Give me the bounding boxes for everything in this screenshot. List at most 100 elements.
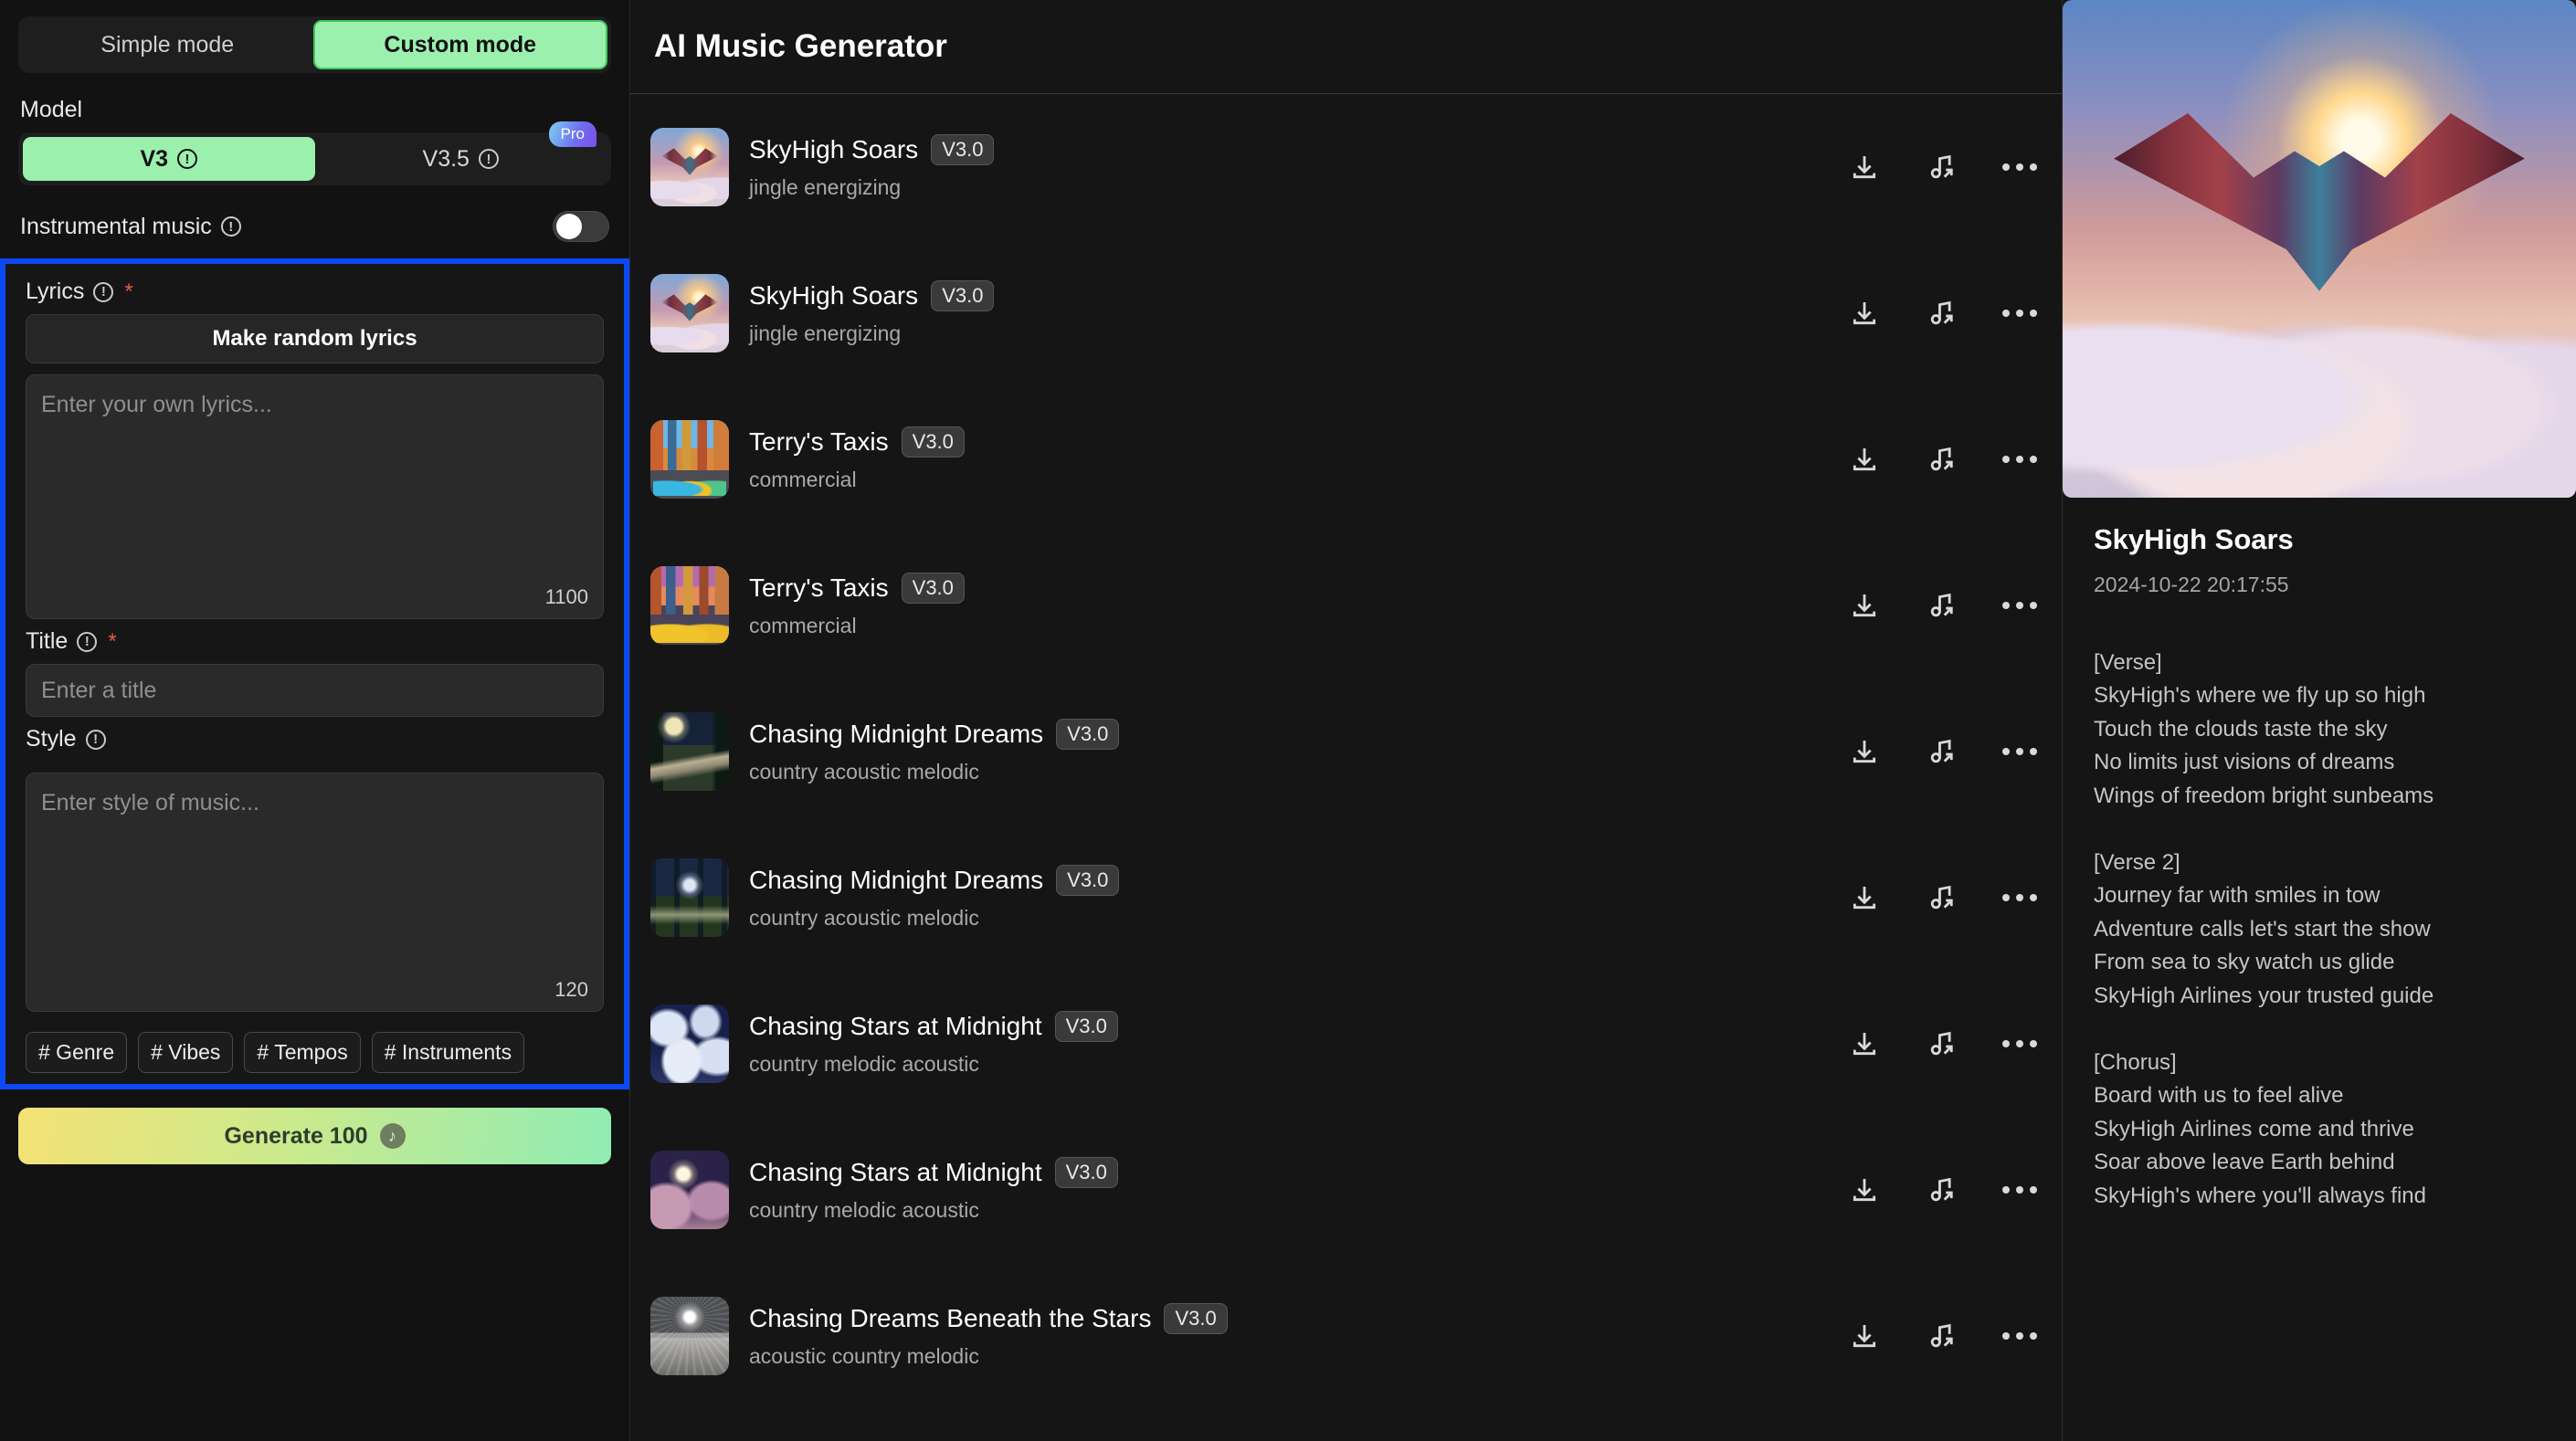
track-row[interactable]: Chasing Dreams Beneath the StarsV3.0 — [630, 1409, 2062, 1441]
info-icon[interactable]: ! — [478, 149, 499, 169]
track-thumbnail[interactable] — [650, 1297, 729, 1375]
track-row[interactable]: SkyHigh Soars V3.0 jingle energizing — [630, 94, 2062, 240]
style-label: Style ! — [13, 717, 617, 762]
detail-lyrics: [Verse] SkyHigh's where we fly up so hig… — [2094, 650, 2434, 1208]
generate-button[interactable]: Generate 100 ♪ — [18, 1108, 611, 1164]
more-options-icon[interactable] — [2001, 1318, 2038, 1354]
more-options-icon[interactable] — [2001, 1172, 2038, 1208]
track-title: Terry's Taxis — [749, 573, 889, 602]
track-title: SkyHigh Soars — [749, 280, 919, 310]
make-random-lyrics-button[interactable]: Make random lyrics — [26, 314, 604, 363]
track-meta: Terry's Taxis V3.0 commercial — [749, 573, 1826, 637]
track-thumbnail[interactable] — [650, 1004, 729, 1083]
style-tag-chips: # Genre # Vibes # Tempos # Instruments — [26, 1032, 604, 1073]
info-icon[interactable]: ! — [85, 729, 106, 750]
track-meta: Chasing Midnight Dreams V3.0 country acous… — [749, 719, 1826, 784]
style-placeholder: Enter style of music... — [41, 790, 259, 815]
title-input[interactable]: Enter a title — [26, 664, 604, 717]
track-actions — [1846, 441, 2038, 478]
track-tags: commercial — [749, 467, 857, 491]
model-label-text: Model — [20, 97, 83, 122]
chip-genre[interactable]: # Genre — [26, 1032, 128, 1073]
track-title-line: SkyHigh Soars V3.0 — [749, 134, 1826, 165]
more-options-icon[interactable] — [2001, 1026, 2038, 1062]
download-icon[interactable] — [1846, 1318, 1883, 1354]
info-icon[interactable]: ! — [77, 631, 98, 652]
track-thumbnail[interactable] — [650, 858, 729, 937]
instrumental-music-label: Instrumental music ! — [20, 214, 241, 240]
download-icon[interactable] — [1846, 733, 1883, 770]
lyrics-placeholder: Enter your own lyrics... — [41, 392, 272, 417]
download-icon[interactable] — [1846, 587, 1883, 624]
info-icon[interactable]: ! — [177, 149, 198, 169]
more-options-icon[interactable] — [2001, 295, 2038, 331]
track-tags: jingle energizing — [749, 174, 902, 199]
required-indicator: * — [124, 279, 133, 304]
track-title: Chasing Dreams Beneath the Stars — [749, 1303, 1152, 1332]
track-meta: SkyHigh Soars V3.0 jingle energizing — [749, 280, 1826, 345]
track-tags: country acoustic melodic — [749, 905, 979, 930]
more-options-icon[interactable] — [2001, 149, 2038, 185]
instrumental-label-text: Instrumental music — [20, 213, 212, 239]
track-version-badge: V3.0 — [1054, 1157, 1118, 1188]
track-row[interactable]: Chasing Midnight Dreams V3.0 country acous… — [630, 678, 2062, 825]
track-thumbnail[interactable] — [650, 128, 729, 206]
download-icon[interactable] — [1846, 149, 1883, 185]
download-icon[interactable] — [1846, 441, 1883, 478]
model-option-v3[interactable]: V3 ! — [23, 137, 315, 181]
share-music-icon[interactable] — [1924, 295, 1960, 331]
track-list[interactable]: SkyHigh Soars V3.0 jingle energizing SkyHig… — [630, 94, 2062, 1441]
download-icon[interactable] — [1846, 879, 1883, 916]
track-title: Chasing Stars at Midnight — [749, 1157, 1042, 1186]
chip-tempos[interactable]: # Tempos — [244, 1032, 361, 1073]
track-thumbnail[interactable] — [650, 566, 729, 645]
style-char-counter: 120 — [554, 978, 588, 1001]
track-row[interactable]: Chasing Stars at Midnight V3.0 country mel… — [630, 971, 2062, 1117]
track-meta: Chasing Stars at Midnight V3.0 country mel… — [749, 1011, 1826, 1076]
info-icon[interactable]: ! — [93, 281, 114, 302]
track-actions — [1846, 1318, 2038, 1354]
instrumental-music-toggle[interactable] — [553, 211, 609, 242]
tab-custom-mode[interactable]: Custom mode — [312, 20, 607, 69]
track-row[interactable]: Terry's Taxis V3.0 commercial — [630, 532, 2062, 678]
track-thumbnail[interactable] — [650, 420, 729, 499]
chip-vibes[interactable]: # Vibes — [138, 1032, 234, 1073]
more-options-icon[interactable] — [2001, 733, 2038, 770]
track-version-badge: V3.0 — [1056, 865, 1120, 896]
tab-simple-mode[interactable]: Simple mode — [22, 20, 313, 69]
title-label: Title ! * — [13, 619, 617, 664]
share-music-icon[interactable] — [1924, 587, 1960, 624]
share-music-icon[interactable] — [1924, 441, 1960, 478]
more-options-icon[interactable] — [2001, 879, 2038, 916]
download-icon[interactable] — [1846, 1172, 1883, 1208]
track-row[interactable]: Chasing Dreams Beneath the Stars V3.0 acou… — [630, 1263, 2062, 1409]
track-tags: commercial — [749, 613, 857, 637]
track-row[interactable]: Terry's Taxis V3.0 commercial — [630, 386, 2062, 532]
info-icon[interactable]: ! — [220, 216, 241, 237]
chip-instruments[interactable]: # Instruments — [371, 1032, 525, 1073]
track-title-line: Chasing Dreams Beneath the Stars V3.0 — [749, 1303, 1826, 1334]
share-music-icon[interactable] — [1924, 1318, 1960, 1354]
track-row[interactable]: Chasing Midnight Dreams V3.0 country acous… — [630, 825, 2062, 971]
track-thumbnail[interactable] — [650, 712, 729, 791]
track-row[interactable]: Chasing Stars at Midnight V3.0 country mel… — [630, 1117, 2062, 1263]
share-music-icon[interactable] — [1924, 879, 1960, 916]
share-music-icon[interactable] — [1924, 1026, 1960, 1062]
title-label-text: Title — [26, 628, 69, 654]
track-tags: country melodic acoustic — [749, 1197, 979, 1222]
track-thumbnail[interactable] — [650, 274, 729, 352]
track-actions — [1846, 1026, 2038, 1062]
track-thumbnail[interactable] — [650, 1151, 729, 1229]
download-icon[interactable] — [1846, 295, 1883, 331]
share-music-icon[interactable] — [1924, 733, 1960, 770]
track-title-line: Terry's Taxis V3.0 — [749, 426, 1826, 458]
track-title: SkyHigh Soars — [749, 134, 919, 163]
track-row[interactable]: SkyHigh Soars V3.0 jingle energizing — [630, 240, 2062, 386]
style-textarea[interactable]: Enter style of music... 120 — [26, 773, 604, 1012]
download-icon[interactable] — [1846, 1026, 1883, 1062]
share-music-icon[interactable] — [1924, 1172, 1960, 1208]
more-options-icon[interactable] — [2001, 441, 2038, 478]
share-music-icon[interactable] — [1924, 149, 1960, 185]
more-options-icon[interactable] — [2001, 587, 2038, 624]
lyrics-textarea[interactable]: Enter your own lyrics... 1100 — [26, 374, 604, 619]
